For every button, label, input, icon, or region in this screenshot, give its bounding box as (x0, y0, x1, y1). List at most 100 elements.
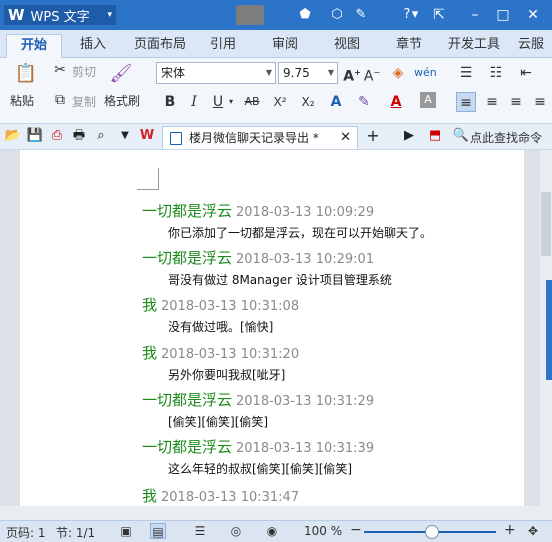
message-sender: 一切都是浮云 (142, 391, 233, 409)
tab-chapter[interactable]: 章节 (396, 34, 422, 58)
strikethrough-button[interactable]: AB (240, 92, 264, 112)
export-pdf-icon[interactable]: ⎙ (48, 127, 66, 145)
message-header: 我 2018-03-13 10:31:08 (142, 294, 299, 315)
search-icon[interactable]: 🔍 (452, 127, 470, 145)
char-shading-icon[interactable]: A (420, 92, 436, 108)
zoom-in-button[interactable]: + (504, 522, 516, 538)
pinyin-icon[interactable]: wén (414, 63, 437, 83)
app-menu-button[interactable]: W WPS 文字 ▾ (4, 5, 116, 25)
customize-dropdown-icon[interactable]: ▼ (116, 127, 134, 145)
page-view-icon[interactable]: ▤ (150, 523, 166, 539)
title-bar: W WPS 文字 ▾ ⬟ ⬡ ✎ ? ▾ ⇱ – □ ✕ (0, 0, 552, 30)
status-bar: 页码: 1 节: 1/1 ▣ ▤ ☰ ◎ ◉ 100 % − + ✥ (0, 520, 552, 542)
maximize-button[interactable]: □ (490, 4, 516, 26)
document-tab[interactable]: 楼月微信聊天记录导出 * ✕ (162, 126, 358, 149)
message-time: 2018-03-13 10:31:39 (236, 441, 375, 456)
shrink-font-icon[interactable]: A− (362, 63, 382, 85)
message-sender: 一切都是浮云 (142, 249, 233, 267)
horizontal-scrollbar[interactable] (0, 506, 552, 520)
open-folder-icon[interactable]: 📂 (4, 127, 22, 145)
tab-view[interactable]: 视图 (334, 34, 360, 58)
paste-icon[interactable]: 📋 (14, 64, 38, 88)
italic-button[interactable]: I (184, 92, 204, 112)
message-header: 我 2018-03-13 10:31:47 (142, 485, 299, 506)
clear-format-icon[interactable]: ◈ (388, 63, 408, 83)
copy-button[interactable]: 复制 (72, 93, 96, 110)
tab-home[interactable]: 开始 (6, 34, 63, 58)
tab-developer[interactable]: 开发工具 (448, 34, 500, 58)
format-painter-icon[interactable]: 🖌 (108, 64, 134, 88)
message-time: 2018-03-13 10:31:47 (161, 490, 300, 505)
tab-page-layout[interactable]: 页面布局 (134, 34, 186, 58)
message-text: 哥没有做过 8Manager 设计项目管理系统 (168, 273, 392, 287)
message-text: 这么年轻的叔叔[偷笑][偷笑][偷笑] (168, 462, 353, 476)
side-panel-handle[interactable] (546, 280, 552, 380)
wps-logo-icon: W (8, 6, 25, 24)
full-screen-icon[interactable]: ▣ (118, 523, 134, 539)
save-icon[interactable]: 💾 (26, 127, 44, 145)
message-time: 2018-03-13 10:09:29 (236, 205, 375, 220)
message-header: 我 2018-03-13 10:31:20 (142, 342, 299, 363)
chevron-down-icon: ▾ (107, 10, 112, 20)
skin-icon[interactable]: ⬟ (296, 6, 314, 24)
font-name-select[interactable]: 宋体 ▼ (156, 62, 276, 84)
paste-button[interactable]: 粘贴 (10, 92, 34, 109)
tab-cloud[interactable]: 云服 (518, 34, 544, 58)
cloud-icon[interactable]: ⬡ (328, 6, 346, 24)
avatar[interactable] (236, 5, 264, 25)
message-sender: 我 (142, 344, 158, 362)
numbered-list-icon[interactable]: ☷ (486, 63, 506, 83)
format-painter-button[interactable]: 格式刷 (104, 92, 140, 109)
message-sender: 一切都是浮云 (142, 438, 233, 456)
section-indicator: 节: 1/1 (56, 526, 96, 540)
grow-font-icon[interactable]: A+ (342, 63, 362, 85)
copy-icon[interactable]: ⧉ (50, 90, 70, 110)
restore-icon[interactable]: ⇱ (426, 4, 452, 26)
web-view-icon[interactable]: ◎ (228, 523, 244, 539)
superscript-button[interactable]: X² (270, 92, 290, 112)
minimize-button[interactable]: – (462, 4, 488, 26)
font-color-icon[interactable]: A (386, 92, 406, 112)
font-size-value: 9.75 (283, 66, 310, 80)
font-size-select[interactable]: 9.75 ▼ (278, 62, 338, 84)
underline-dropdown-icon[interactable]: ▾ (226, 92, 236, 112)
print-icon[interactable]: 🖶 (70, 127, 88, 145)
close-tab-icon[interactable]: ✕ (340, 127, 351, 149)
tab-references[interactable]: 引用 (210, 34, 236, 58)
bullet-list-icon[interactable]: ☰ (456, 63, 476, 83)
outline-view-icon[interactable]: ☰ (192, 523, 208, 539)
eye-protect-icon[interactable]: ◉ (264, 523, 280, 539)
justify-icon[interactable]: ≡ (530, 92, 550, 112)
print-preview-icon[interactable]: ⌕ (92, 127, 110, 145)
message-time: 2018-03-13 10:31:20 (161, 347, 300, 362)
wps-home-icon[interactable]: W (138, 127, 156, 145)
font-name-value: 宋体 (161, 66, 186, 80)
zoom-slider-thumb[interactable] (425, 525, 439, 539)
tools-icon[interactable]: ⬒ (426, 127, 444, 145)
help-dropdown-icon[interactable]: ▾ (410, 6, 420, 24)
new-tab-button[interactable]: + (364, 127, 382, 145)
align-right-icon[interactable]: ≡ (506, 92, 526, 112)
align-left-icon[interactable]: ≡ (456, 92, 476, 112)
document-icon (170, 132, 182, 145)
command-search[interactable]: 点此查找命令 (470, 129, 542, 146)
highlight-icon[interactable]: ✎ (354, 92, 374, 112)
align-center-icon[interactable]: ≡ (482, 92, 502, 112)
scissors-icon[interactable]: ✂ (50, 60, 70, 80)
underline-button[interactable]: U (208, 92, 228, 112)
cut-button[interactable]: 剪切 (72, 63, 96, 80)
subscript-button[interactable]: X₂ (298, 92, 318, 112)
bold-button[interactable]: B (160, 92, 180, 112)
message-text: 另外你要叫我叔[呲牙] (168, 368, 286, 382)
presentation-icon[interactable]: ▶ (400, 127, 418, 145)
feedback-icon[interactable]: ✎ (352, 6, 370, 24)
scroll-thumb[interactable] (541, 192, 551, 256)
decrease-indent-icon[interactable]: ⇤ (516, 63, 536, 83)
message-header: 一切都是浮云 2018-03-13 10:09:29 (142, 200, 374, 221)
tab-review[interactable]: 审阅 (272, 34, 298, 58)
close-button[interactable]: ✕ (520, 4, 546, 26)
zoom-out-button[interactable]: − (350, 522, 362, 538)
fit-page-icon[interactable]: ✥ (528, 524, 538, 538)
text-effect-icon[interactable]: A (326, 92, 346, 112)
tab-insert[interactable]: 插入 (80, 34, 106, 58)
